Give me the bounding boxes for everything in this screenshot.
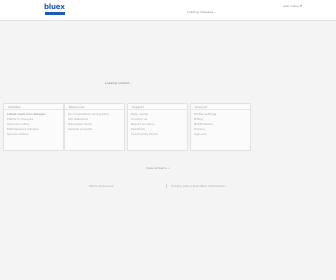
panel-header: Support xyxy=(128,104,187,110)
panel-body: Documentation and guides API reference D… xyxy=(68,112,122,132)
panel-body: Profile settings Billing Notifications P… xyxy=(194,112,248,137)
panel-account: Account Profile settings Billing Notific… xyxy=(190,103,251,151)
view-all-link[interactable]: View all items » xyxy=(146,166,170,170)
brand-logo-text: bluex xyxy=(44,3,65,11)
panel-link[interactable]: Service status xyxy=(7,132,61,137)
panel-title: Updates xyxy=(8,105,21,109)
footer-link-right[interactable]: Privacy policy and other information xyxy=(171,184,225,188)
account-menu-label: user menu xyxy=(283,4,300,8)
top-bar: bluex Loading message... user menu xyxy=(0,0,336,21)
panel-resources: Resources Documentation and guides API r… xyxy=(64,103,125,151)
panel-title: Resources xyxy=(69,105,85,109)
panel-header: Account xyxy=(191,104,250,110)
panel-title: Support xyxy=(132,105,144,109)
panel-title: Account xyxy=(195,105,208,109)
chevron-down-icon xyxy=(300,5,303,7)
panel-link[interactable]: Sign out xyxy=(194,132,248,137)
footer-divider xyxy=(166,184,167,188)
brand-logo-underline xyxy=(45,12,65,15)
hero-loading-text: Loading content... xyxy=(105,81,133,85)
hero-area: Loading content... xyxy=(0,21,336,101)
panel-header: Resources xyxy=(65,104,124,110)
footer-link-left[interactable]: Terms of service xyxy=(89,184,113,188)
panel-support: Support Help center Contact us Report an… xyxy=(127,103,188,151)
panel-body: Latest news and releases Platform change… xyxy=(7,112,61,137)
info-panels: Updates Latest news and releases Platfor… xyxy=(0,103,336,153)
panel-body: Help center Contact us Report an issue F… xyxy=(131,112,185,137)
panel-updates: Updates Latest news and releases Platfor… xyxy=(3,103,64,151)
account-menu[interactable]: user menu xyxy=(283,4,303,8)
panel-header: Updates xyxy=(4,104,63,110)
top-nav-text: Loading message... xyxy=(187,10,217,14)
brand-logo[interactable]: bluex xyxy=(44,3,68,18)
panel-link[interactable]: Sample projects xyxy=(68,127,122,132)
panel-link[interactable]: Community forum xyxy=(131,132,185,137)
